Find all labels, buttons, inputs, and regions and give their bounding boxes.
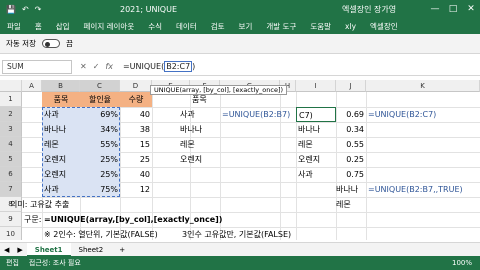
syntax-formula: =UNIQUE(array,[by_col],[exactly_once]) xyxy=(43,215,223,224)
col-header-b[interactable]: B xyxy=(42,80,80,92)
autosave-label: 자동 저장 xyxy=(6,39,36,48)
formula-input[interactable]: =UNIQUE(B2:C7) xyxy=(122,61,196,72)
cell-i5[interactable]: 오렌지 xyxy=(296,152,336,167)
quick-access-toolbar: 자동 저장 끔 xyxy=(0,34,480,54)
sheet-tab-sheet1[interactable]: Sheet1 xyxy=(26,242,71,257)
zoom-level[interactable]: 100% xyxy=(452,259,472,267)
autosave-state: 끔 xyxy=(65,39,73,48)
cell-f2[interactable]: 사과 xyxy=(178,107,220,122)
cell-i2[interactable]: C7) xyxy=(296,107,336,122)
formula-suffix: ) xyxy=(192,62,196,71)
cell-i6[interactable]: 사과 xyxy=(296,167,336,182)
tab-help[interactable]: 도움말 xyxy=(303,21,338,32)
tab-review[interactable]: 검토 xyxy=(204,21,232,32)
redo-icon[interactable]: ↷ xyxy=(35,5,42,14)
function-tooltip: UNIQUE(array, [by_col], [exactly_once]) xyxy=(150,85,288,95)
undo-icon[interactable]: ↶ xyxy=(22,5,29,14)
cell-a10[interactable]: 구문: =UNIQUE(array,[by_col],[exactly_once… xyxy=(22,212,262,227)
function-icon[interactable]: fx xyxy=(105,62,113,71)
sheet-tab-sheet2[interactable]: Sheet2 xyxy=(71,243,112,257)
cell-d7[interactable]: 12 xyxy=(120,182,152,197)
tab-developer[interactable]: 개발 도구 xyxy=(259,21,303,32)
user-name: 엑셀장인 장가영 xyxy=(342,4,397,14)
col-header-i[interactable]: I xyxy=(296,80,336,92)
cell-j4[interactable]: 0.55 xyxy=(336,137,366,152)
cell-k8[interactable]: =UNIQUE(B2:B7,,TRUE) xyxy=(366,182,480,197)
cell-i3[interactable]: 바나나 xyxy=(296,122,336,137)
cell-i4[interactable]: 레몬 xyxy=(296,137,336,152)
add-sheet-button[interactable]: + xyxy=(111,243,133,257)
save-icon[interactable]: 💾 xyxy=(6,5,16,14)
cell-j2[interactable]: 0.69 xyxy=(336,107,366,122)
cell-b1[interactable]: 품목 xyxy=(42,92,80,107)
row-header-3[interactable]: 3 xyxy=(0,122,22,137)
cell-j5[interactable]: 0.25 xyxy=(336,152,366,167)
tab-data[interactable]: 데이터 xyxy=(169,21,204,32)
cell-d3[interactable]: 38 xyxy=(120,122,152,137)
tab-formulas[interactable]: 수식 xyxy=(141,21,169,32)
cell-i8[interactable]: 바나나 xyxy=(334,182,366,197)
cell-j3[interactable]: 0.34 xyxy=(336,122,366,137)
ribbon-tabs: 파일 홈 삽입 페이지 레이아웃 수식 데이터 검토 보기 개발 도구 도움말 … xyxy=(0,18,480,34)
cancel-icon[interactable]: ✕ xyxy=(80,62,87,71)
title-bar: 💾 ↶ ↷ 2021; UNIQUE 엑셀장인 장가영 — □ ✕ xyxy=(0,0,480,18)
sheet-tab-bar: ◀ ▶ Sheet1 Sheet2 + xyxy=(0,242,480,257)
name-box[interactable]: SUM xyxy=(2,59,72,74)
cell-f5[interactable]: 오렌지 xyxy=(178,152,220,167)
row-header-4[interactable]: 4 xyxy=(0,137,22,152)
cell-j6[interactable]: 0.75 xyxy=(336,167,366,182)
cell-i9[interactable]: 레몬 xyxy=(334,197,366,212)
window-title: 2021; UNIQUE xyxy=(120,4,178,14)
tab-insert[interactable]: 삽입 xyxy=(49,21,77,32)
cell-a9[interactable]: 의미: 고유값 추출 xyxy=(8,197,208,212)
cell-f4[interactable]: 레몬 xyxy=(178,137,220,152)
col-header-k[interactable]: K xyxy=(366,80,480,92)
cell-d4[interactable]: 15 xyxy=(120,137,152,152)
confirm-icon[interactable]: ✓ xyxy=(93,62,100,71)
minimize-button[interactable]: — xyxy=(426,0,444,18)
tab-home[interactable]: 홈 xyxy=(28,21,49,32)
tab-page-layout[interactable]: 페이지 레이아웃 xyxy=(77,21,142,32)
formula-bar: SUM ✕ ✓ fx =UNIQUE(B2:C7) xyxy=(0,58,480,76)
formula-ref: B2:C7 xyxy=(164,61,193,72)
row-header-7[interactable]: 7 xyxy=(0,182,22,197)
cell-d5[interactable]: 25 xyxy=(120,152,152,167)
cell-g2[interactable]: =UNIQUE(B2:B7) xyxy=(220,107,296,122)
selection-range xyxy=(42,107,120,197)
col-header-j[interactable]: J xyxy=(336,80,366,92)
row-header-6[interactable]: 6 xyxy=(0,167,22,182)
tab-file[interactable]: 파일 xyxy=(0,21,28,32)
cell-f11[interactable]: 3인수 고유값만, 기본값(FALSE) xyxy=(180,227,310,240)
row-header-5[interactable]: 5 xyxy=(0,152,22,167)
status-bar: 편집 접근성: 조사 필요 100% xyxy=(0,256,480,270)
cell-k2[interactable]: =UNIQUE(B2:C7) xyxy=(366,107,480,122)
maximize-button[interactable]: □ xyxy=(444,0,462,18)
accessibility-status[interactable]: 접근성: 조사 필요 xyxy=(29,258,81,268)
cell-d2[interactable]: 40 xyxy=(120,107,152,122)
autosave-toggle[interactable] xyxy=(41,39,60,48)
cell-d1[interactable]: 수량 xyxy=(120,92,152,107)
cell-f3[interactable]: 바나나 xyxy=(178,122,220,137)
row-header-9[interactable]: 9 xyxy=(0,212,22,227)
cell-d6[interactable]: 40 xyxy=(120,167,152,182)
tab-custom[interactable]: 엑셀장인 xyxy=(363,21,405,32)
tab-view[interactable]: 보기 xyxy=(232,21,260,32)
close-button[interactable]: ✕ xyxy=(462,0,480,18)
cell-b11[interactable]: ※ 2인수: 열단위, 기본값(FALSE) xyxy=(42,227,192,240)
col-header-d[interactable]: D xyxy=(120,80,152,92)
row-header-1[interactable]: 1 xyxy=(0,92,22,107)
row-header-2[interactable]: 2 xyxy=(0,107,22,122)
formula-prefix: =UNIQUE( xyxy=(122,62,165,71)
cell-c1[interactable]: 할인율 xyxy=(80,92,120,107)
mode-indicator: 편집 xyxy=(6,259,19,267)
select-all-corner[interactable] xyxy=(0,80,22,92)
worksheet-grid[interactable]: A B C D E F G H I J K 1 2 3 4 5 6 7 8 9 … xyxy=(0,80,480,240)
tab-xly[interactable]: xly xyxy=(338,22,363,31)
syntax-label: 구문: xyxy=(24,215,42,224)
row-header-10[interactable]: 10 xyxy=(0,227,22,240)
col-header-c[interactable]: C xyxy=(80,80,120,92)
sheet-nav-left-icon[interactable]: ◀ xyxy=(0,246,13,254)
col-header-a[interactable]: A xyxy=(22,80,42,92)
sheet-nav-right-icon[interactable]: ▶ xyxy=(13,246,26,254)
